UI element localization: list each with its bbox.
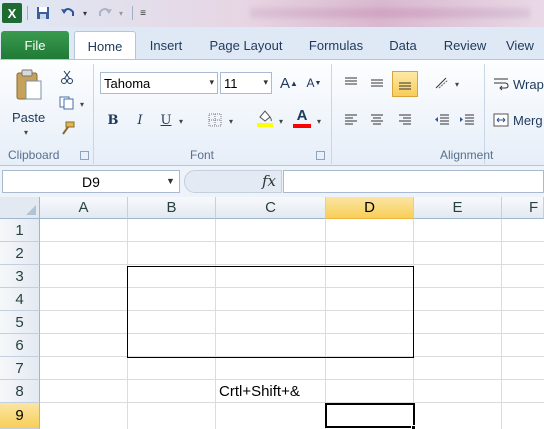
row-header-4[interactable]: 4 — [0, 288, 40, 311]
tab-file[interactable]: File — [1, 31, 69, 59]
copy-dropdown-icon[interactable]: ▾ — [80, 100, 84, 109]
cell-c8-text[interactable]: Crtl+Shift+& — [219, 383, 300, 400]
window-title — [250, 8, 530, 18]
row-header-2[interactable]: 2 — [0, 242, 40, 265]
insert-function-icon[interactable]: fx — [262, 172, 276, 190]
font-size-value: 11 — [224, 75, 238, 91]
middle-align-icon[interactable] — [366, 72, 388, 94]
formula-bar: D9 ▼ fx — [0, 166, 544, 197]
align-left-icon[interactable] — [340, 109, 362, 131]
worksheet-grid[interactable]: A B C D E F 1 2 3 4 5 6 7 8 9 Crtl+Shift… — [0, 197, 544, 429]
chevron-down-icon[interactable]: ▾ — [263, 77, 268, 88]
active-cell-d9[interactable] — [325, 403, 415, 428]
merge-center-label[interactable]: Merg — [513, 113, 543, 128]
cut-icon[interactable] — [56, 66, 78, 88]
gridline — [40, 379, 544, 380]
title-bar: X ▾ ▾ ≡ — [0, 0, 544, 27]
column-header-a[interactable]: A — [40, 197, 128, 219]
fill-handle[interactable] — [411, 425, 416, 429]
wrap-text-icon[interactable] — [492, 73, 510, 95]
italic-button[interactable]: I — [129, 109, 151, 131]
save-icon[interactable] — [34, 4, 52, 22]
row-header-3[interactable]: 3 — [0, 265, 40, 288]
font-group-label: Font — [190, 148, 215, 162]
merge-center-icon[interactable] — [492, 109, 510, 131]
bold-button[interactable]: B — [102, 109, 124, 131]
wrap-text-label[interactable]: Wrap — [513, 77, 544, 92]
font-launcher-icon[interactable] — [316, 151, 325, 160]
font-color-dropdown-icon[interactable]: ▾ — [317, 117, 321, 126]
row-header-1[interactable]: 1 — [0, 219, 40, 242]
gridline — [40, 402, 544, 403]
increase-indent-icon[interactable] — [456, 109, 478, 131]
outline-border-range — [127, 266, 414, 358]
ribbon: Paste ▾ ▾ Clipboard Tahoma ▾ 11 ▾ A ▲ A ▼ … — [0, 59, 544, 166]
paste-icon[interactable] — [12, 68, 46, 102]
align-center-icon[interactable] — [366, 109, 388, 131]
group-separator — [331, 64, 332, 164]
column-header-b[interactable]: B — [128, 197, 216, 219]
font-name-combo[interactable]: Tahoma ▾ — [100, 72, 218, 94]
tab-view[interactable]: View — [506, 31, 544, 60]
select-all-button[interactable] — [0, 197, 40, 219]
format-painter-icon[interactable] — [56, 118, 78, 140]
tab-insert[interactable]: Insert — [141, 31, 191, 60]
column-header-c[interactable]: C — [216, 197, 326, 219]
copy-icon[interactable] — [56, 92, 78, 114]
alignment-group-label: Alignment — [440, 148, 494, 162]
undo-icon[interactable] — [58, 4, 78, 22]
select-all-icon — [26, 205, 36, 215]
excel-logo-icon[interactable]: X — [2, 3, 22, 23]
gridline — [501, 219, 502, 429]
clipboard-group-label: Clipboard — [8, 148, 60, 162]
undo-dropdown-icon[interactable]: ▾ — [80, 4, 90, 22]
row-header-7[interactable]: 7 — [0, 357, 40, 380]
fill-color-icon[interactable] — [254, 107, 276, 129]
redo-icon — [96, 4, 114, 22]
top-align-icon[interactable] — [340, 72, 362, 94]
fill-color-dropdown-icon[interactable]: ▾ — [279, 117, 283, 126]
tab-page-layout[interactable]: Page Layout — [202, 31, 290, 60]
column-header-e[interactable]: E — [414, 197, 502, 219]
tab-data[interactable]: Data — [383, 31, 423, 60]
chevron-down-icon[interactable]: ▾ — [209, 77, 214, 88]
borders-icon[interactable] — [204, 109, 226, 131]
redo-dropdown-icon: ▾ — [118, 8, 123, 18]
clipboard-launcher-icon[interactable] — [80, 151, 89, 160]
font-name-value: Tahoma — [104, 75, 151, 91]
row-header-9[interactable]: 9 — [0, 403, 40, 429]
column-header-d[interactable]: D — [326, 197, 414, 219]
column-header-f[interactable]: F — [502, 197, 544, 219]
tab-home[interactable]: Home — [74, 31, 136, 60]
row-header-5[interactable]: 5 — [0, 311, 40, 334]
paste-label[interactable]: Paste — [12, 110, 45, 125]
font-color-icon[interactable]: A — [291, 106, 313, 130]
underline-button[interactable]: U — [155, 109, 177, 131]
decrease-indent-icon[interactable] — [431, 109, 453, 131]
group-separator — [93, 64, 94, 164]
qa-separator — [132, 6, 133, 20]
ribbon-tabs: File Home Insert Page Layout Formulas Da… — [0, 27, 544, 60]
grow-font-icon[interactable]: A ▲ — [278, 72, 300, 94]
underline-dropdown-icon[interactable]: ▾ — [179, 117, 183, 126]
orientation-icon[interactable] — [431, 72, 453, 94]
formula-input[interactable] — [283, 170, 544, 193]
qa-separator — [27, 6, 28, 20]
paste-dropdown-icon[interactable]: ▾ — [24, 128, 28, 137]
row-header-6[interactable]: 6 — [0, 334, 40, 357]
chevron-down-icon[interactable]: ▼ — [166, 176, 175, 186]
row-header-8[interactable]: 8 — [0, 380, 40, 403]
font-size-combo[interactable]: 11 ▾ — [220, 72, 272, 94]
gridline — [40, 241, 544, 242]
name-box[interactable]: D9 — [2, 170, 180, 193]
shrink-font-icon[interactable]: A ▼ — [303, 72, 325, 94]
bottom-align-icon[interactable] — [392, 71, 418, 97]
tab-formulas[interactable]: Formulas — [302, 31, 370, 60]
orientation-dropdown-icon[interactable]: ▾ — [455, 80, 459, 89]
tab-review[interactable]: Review — [437, 31, 493, 60]
gridline — [40, 264, 544, 265]
borders-dropdown-icon[interactable]: ▾ — [229, 117, 233, 126]
customize-qat-icon[interactable]: ≡ — [137, 4, 149, 22]
align-right-icon[interactable] — [394, 109, 416, 131]
